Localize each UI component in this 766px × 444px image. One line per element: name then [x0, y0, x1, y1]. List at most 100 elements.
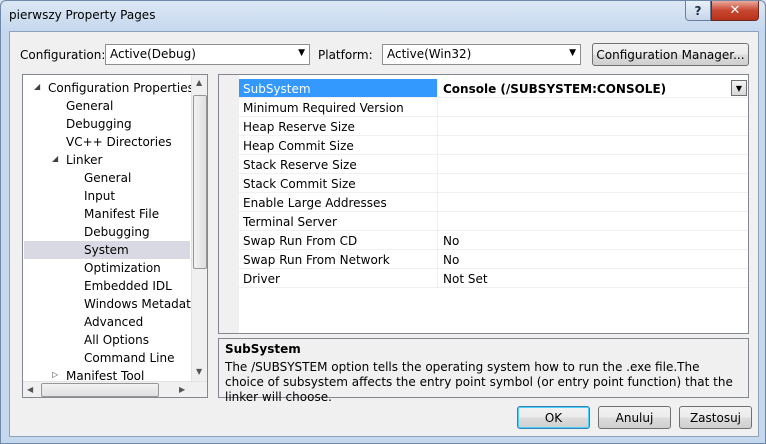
tree-item[interactable]: Embedded IDL	[24, 277, 190, 295]
property-row[interactable]: Heap Commit Size	[239, 136, 748, 155]
property-name: Minimum Required Version	[239, 98, 438, 116]
tree-horizontal-scrollbar[interactable]: ◀ ▶	[23, 381, 207, 397]
tree-item[interactable]: ◢ Configuration Properties	[24, 79, 194, 97]
property-grid: SubSystem Console (/SUBSYSTEM:CONSOLE) ▼ Mi…	[218, 74, 749, 334]
tree-item-label: Optimization	[84, 261, 161, 275]
scroll-left-icon[interactable]: ◀	[27, 385, 33, 394]
close-icon: ✕	[729, 3, 741, 18]
property-pages-window: pierwszy Property Pages ? ✕ Configuratio…	[0, 0, 766, 444]
property-grid-gutter	[219, 75, 239, 333]
property-value[interactable]	[439, 155, 748, 173]
property-value[interactable]	[439, 136, 748, 154]
description-panel: SubSystem The /SUBSYSTEM option tells th…	[218, 338, 749, 404]
property-value[interactable]	[439, 98, 748, 116]
help-button[interactable]: ?	[685, 1, 711, 21]
property-row[interactable]: Stack Reserve Size	[239, 155, 748, 174]
property-name: Heap Commit Size	[239, 136, 438, 154]
tree-item[interactable]: Optimization	[24, 259, 190, 277]
configuration-label: Configuration:	[20, 48, 106, 62]
tree-vertical-scrollbar[interactable]: ▲ ▼	[191, 75, 207, 381]
property-name: Stack Commit Size	[239, 174, 438, 192]
property-row[interactable]: Driver Not Set	[239, 269, 748, 288]
tree-item-label: Debugging	[84, 225, 150, 239]
property-name: Heap Reserve Size	[239, 117, 438, 135]
window-title: pierwszy Property Pages	[9, 8, 156, 22]
configuration-manager-button[interactable]: Configuration Manager...	[592, 43, 749, 66]
tree-item[interactable]: Debugging	[24, 223, 190, 241]
property-value-text: No	[443, 234, 460, 248]
property-value[interactable]	[439, 212, 748, 230]
property-value[interactable]: Not Set	[439, 269, 748, 287]
tree-item-label: Command Line	[84, 351, 175, 365]
expanded-icon[interactable]: ◢	[52, 154, 58, 163]
tree-item[interactable]: Advanced	[24, 313, 190, 331]
expanded-icon[interactable]: ◢	[34, 82, 40, 91]
tree-item[interactable]: Windows Metadata	[24, 295, 198, 313]
tree-item-label: Embedded IDL	[84, 279, 172, 293]
property-row[interactable]: SubSystem Console (/SUBSYSTEM:CONSOLE) ▼	[239, 79, 748, 98]
tree-item[interactable]: Command Line	[24, 349, 190, 367]
property-name: SubSystem	[239, 79, 438, 97]
platform-select[interactable]: Active(Win32) ▼	[382, 44, 581, 65]
chevron-down-icon: ▼	[569, 48, 576, 58]
scroll-up-icon[interactable]: ▲	[196, 78, 202, 87]
collapsed-icon[interactable]: ▷	[52, 370, 58, 379]
help-icon: ?	[694, 3, 702, 18]
tree-item-label: VC++ Directories	[66, 135, 172, 149]
tree-item-label: Windows Metadata	[84, 297, 199, 311]
tree-item-label: Configuration Properties	[48, 81, 194, 95]
chevron-down-icon: ▼	[298, 48, 305, 58]
apply-button[interactable]: Zastosuj	[679, 406, 752, 429]
property-value[interactable]	[439, 117, 748, 135]
property-row[interactable]: Heap Reserve Size	[239, 117, 748, 136]
tree-item[interactable]: General	[24, 97, 190, 115]
property-row[interactable]: Stack Commit Size	[239, 174, 748, 193]
tree-item-label: Input	[84, 189, 116, 203]
tree-item[interactable]: System	[24, 241, 190, 259]
tree-item[interactable]: Input	[24, 187, 190, 205]
tree-item[interactable]: ◢ Linker	[24, 151, 190, 169]
tree-item[interactable]: Manifest File	[24, 205, 190, 223]
cancel-button[interactable]: Anuluj	[598, 406, 671, 429]
property-name: Stack Reserve Size	[239, 155, 438, 173]
configuration-select[interactable]: Active(Debug) ▼	[105, 44, 310, 65]
tree-item[interactable]: All Options	[24, 331, 190, 349]
title-bar[interactable]: pierwszy Property Pages ? ✕	[1, 1, 765, 29]
property-name: Terminal Server	[239, 212, 438, 230]
tree-item[interactable]: Debugging	[24, 115, 190, 133]
tree-item-label: All Options	[84, 333, 149, 347]
property-value-text: Console (/SUBSYSTEM:CONSOLE)	[443, 82, 667, 96]
property-name: Driver	[239, 269, 438, 287]
value-dropdown-button[interactable]: ▼	[731, 80, 747, 96]
close-button[interactable]: ✕	[711, 1, 759, 21]
property-row[interactable]: Swap Run From Network No	[239, 250, 748, 269]
property-value[interactable]: Console (/SUBSYSTEM:CONSOLE) ▼	[439, 79, 748, 97]
property-value[interactable]: No	[439, 250, 748, 268]
property-name: Enable Large Addresses	[239, 193, 438, 211]
tree-item-label: Debugging	[66, 117, 132, 131]
scroll-down-icon[interactable]: ▼	[196, 367, 202, 376]
platform-value: Active(Win32)	[387, 47, 472, 61]
tree-item-label: General	[66, 99, 114, 113]
property-value[interactable]	[439, 174, 748, 192]
dialog-client-area: Configuration: Active(Debug) ▼ Platform:…	[9, 31, 759, 437]
ok-button[interactable]: OK	[517, 406, 590, 429]
property-value[interactable]	[439, 193, 748, 211]
scroll-right-icon[interactable]: ▶	[179, 385, 185, 394]
property-value[interactable]: No	[439, 231, 748, 249]
property-row[interactable]: Terminal Server	[239, 212, 748, 231]
tree-item-label: Advanced	[84, 315, 144, 329]
property-row[interactable]: Swap Run From CD No	[239, 231, 748, 250]
tree-item-label: Linker	[66, 153, 103, 167]
tree-item-label: System	[84, 243, 129, 257]
tree-horizontal-scroll-thumb[interactable]	[41, 383, 159, 397]
property-tree: ◢ Configuration Properties General Debuggin…	[22, 74, 208, 398]
property-value-text: No	[443, 253, 460, 267]
property-row[interactable]: Minimum Required Version	[239, 98, 748, 117]
tree-vertical-scroll-thumb[interactable]	[193, 95, 207, 269]
tree-item[interactable]: General	[24, 169, 190, 187]
description-text: The /SUBSYSTEM option tells the operatin…	[225, 360, 733, 404]
tree-item-label: General	[84, 171, 132, 185]
tree-item[interactable]: VC++ Directories	[24, 133, 190, 151]
property-row[interactable]: Enable Large Addresses	[239, 193, 748, 212]
